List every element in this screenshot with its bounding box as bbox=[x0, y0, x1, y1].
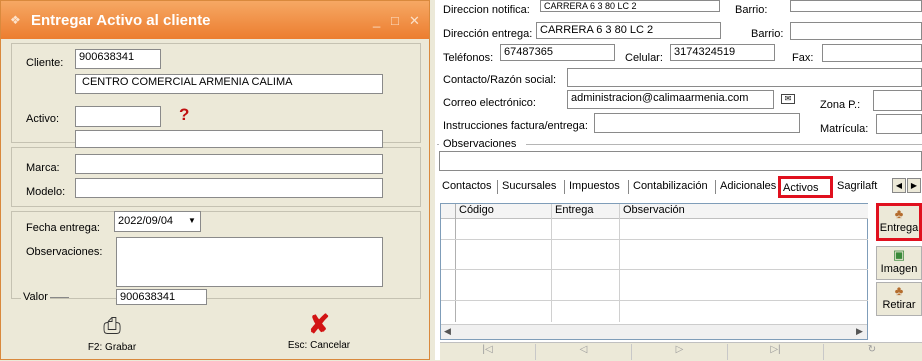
imagen-button[interactable]: ▣ Imagen bbox=[876, 246, 922, 280]
grid-horizontal-scrollbar[interactable]: ◀ ▶ bbox=[441, 324, 867, 339]
user-remove-icon: ♣ bbox=[894, 283, 904, 298]
activo-label: Activo: bbox=[26, 113, 60, 125]
tab-sucursales[interactable]: Sucursales bbox=[502, 180, 556, 192]
modelo-label: Modelo: bbox=[26, 186, 66, 198]
previous-record-icon[interactable]: ◁ bbox=[536, 344, 632, 360]
observaciones-label: Observaciones: bbox=[26, 246, 103, 258]
marca-field[interactable] bbox=[75, 154, 383, 174]
activos-grid[interactable]: Código Entrega Observación ◀ ▶ bbox=[440, 203, 868, 340]
matricula-field[interactable] bbox=[876, 114, 922, 134]
tab-contactos[interactable]: Contactos bbox=[442, 180, 492, 192]
tab-adicionales[interactable]: Adicionales bbox=[720, 180, 776, 192]
image-add-icon: ▣ bbox=[892, 247, 906, 262]
save-disk-icon: ⎙ bbox=[103, 313, 121, 338]
celular-field[interactable]: 3174324519 bbox=[670, 44, 775, 61]
telefonos-field[interactable]: 67487365 bbox=[500, 44, 615, 61]
entregar-activo-dialog: ❖ Entregar Activo al cliente _ □ ✕ Clien… bbox=[0, 0, 430, 360]
column-header-observacion[interactable]: Observación bbox=[619, 204, 868, 219]
cancel-button[interactable]: ✘ Esc: Cancelar bbox=[219, 303, 419, 361]
zona-field[interactable] bbox=[873, 90, 922, 111]
app-icon: ❖ bbox=[10, 13, 21, 27]
cancel-x-icon: ✘ bbox=[308, 309, 330, 339]
column-header-codigo[interactable]: Código bbox=[455, 204, 551, 219]
first-record-icon[interactable]: |◁ bbox=[440, 344, 536, 360]
tab-sagrilaft[interactable]: Sagrilaft bbox=[837, 180, 877, 192]
contacto-field[interactable] bbox=[567, 68, 922, 87]
fax-label: Fax: bbox=[792, 52, 814, 64]
maximize-icon[interactable]: □ bbox=[391, 13, 399, 28]
barrio-label-2: Barrio: bbox=[751, 28, 784, 40]
celular-label: Celular: bbox=[625, 52, 663, 64]
last-record-icon[interactable]: ▷| bbox=[728, 344, 824, 360]
telefonos-label: Teléfonos: bbox=[443, 52, 494, 64]
retirar-button[interactable]: ♣ Retirar bbox=[876, 282, 922, 316]
observaciones-field[interactable] bbox=[439, 151, 922, 171]
tab-scroll-left-icon[interactable]: ◀ bbox=[892, 178, 906, 193]
tab-scroll-right-icon[interactable]: ▶ bbox=[907, 178, 921, 193]
marca-label: Marca: bbox=[26, 162, 60, 174]
tab-strip: Contactos Sucursales Impuestos Contabili… bbox=[435, 175, 922, 198]
minimize-icon[interactable]: _ bbox=[373, 13, 380, 28]
column-header-entrega[interactable]: Entrega bbox=[551, 204, 619, 219]
refresh-icon[interactable]: ↻ bbox=[824, 344, 920, 360]
record-navigator: |◁ ◁ ▷ ▷| ↻ bbox=[440, 342, 922, 360]
chevron-down-icon[interactable]: ▼ bbox=[188, 216, 196, 225]
barrio-field-1[interactable] bbox=[790, 0, 922, 12]
scroll-left-icon[interactable]: ◀ bbox=[444, 326, 451, 337]
correo-label: Correo electrónico: bbox=[443, 97, 536, 109]
instrucciones-field[interactable] bbox=[594, 113, 800, 133]
cliente-name-field[interactable]: CENTRO COMERCIAL ARMENIA CALIMA bbox=[75, 74, 383, 94]
cliente-label: Cliente: bbox=[26, 57, 64, 69]
direccion-notifica-label: Direccion notifica: bbox=[443, 4, 530, 16]
tab-activos[interactable]: Activos bbox=[778, 176, 833, 198]
activo-field[interactable] bbox=[75, 106, 161, 127]
cliente-code-field[interactable]: 900638341 bbox=[75, 49, 161, 69]
tab-impuestos[interactable]: Impuestos bbox=[569, 180, 620, 192]
observaciones-section-label: Observaciones bbox=[441, 138, 519, 150]
fecha-entrega-label: Fecha entrega: bbox=[26, 222, 100, 234]
matricula-label: Matrícula: bbox=[820, 123, 869, 135]
barrio-label-1: Barrio: bbox=[735, 4, 768, 16]
direccion-entrega-field[interactable]: CARRERA 6 3 80 LC 2 bbox=[536, 22, 721, 39]
direccion-notifica-field[interactable]: CARRERA 6 3 80 LC 2 bbox=[540, 0, 720, 12]
close-icon[interactable]: ✕ bbox=[409, 13, 420, 29]
barrio-field-2[interactable] bbox=[790, 22, 922, 40]
observaciones-textarea[interactable] bbox=[116, 237, 383, 287]
email-icon[interactable]: ✉ bbox=[781, 94, 795, 104]
instrucciones-label: Instrucciones factura/entrega: bbox=[443, 120, 588, 132]
next-record-icon[interactable]: ▷ bbox=[632, 344, 728, 360]
activo-description-field[interactable] bbox=[75, 130, 383, 148]
scroll-right-icon[interactable]: ▶ bbox=[856, 326, 863, 337]
dialog-title: Entregar Activo al cliente bbox=[31, 12, 211, 29]
direccion-entrega-label: Dirección entrega: bbox=[443, 28, 533, 40]
user-deliver-icon: ♣ bbox=[894, 206, 904, 221]
save-button[interactable]: ⎙ F2: Grabar bbox=[12, 303, 212, 361]
fax-field[interactable] bbox=[822, 44, 922, 62]
valor-label: Valor bbox=[21, 291, 50, 303]
tab-contabilizacion[interactable]: Contabilización bbox=[633, 180, 708, 192]
correo-field[interactable]: administracion@calimaarmenia.com bbox=[567, 90, 774, 109]
contacto-label: Contacto/Razón social: bbox=[443, 74, 557, 86]
dialog-title-bar[interactable]: ❖ Entregar Activo al cliente _ □ ✕ bbox=[1, 1, 429, 39]
activo-help-icon[interactable]: ? bbox=[179, 105, 189, 125]
fecha-entrega-select[interactable]: 2022/09/04 ▼ bbox=[114, 211, 201, 232]
modelo-field[interactable] bbox=[75, 178, 383, 198]
entrega-button[interactable]: ♣ Entrega bbox=[876, 203, 922, 241]
zona-label: Zona P.: bbox=[820, 99, 861, 111]
